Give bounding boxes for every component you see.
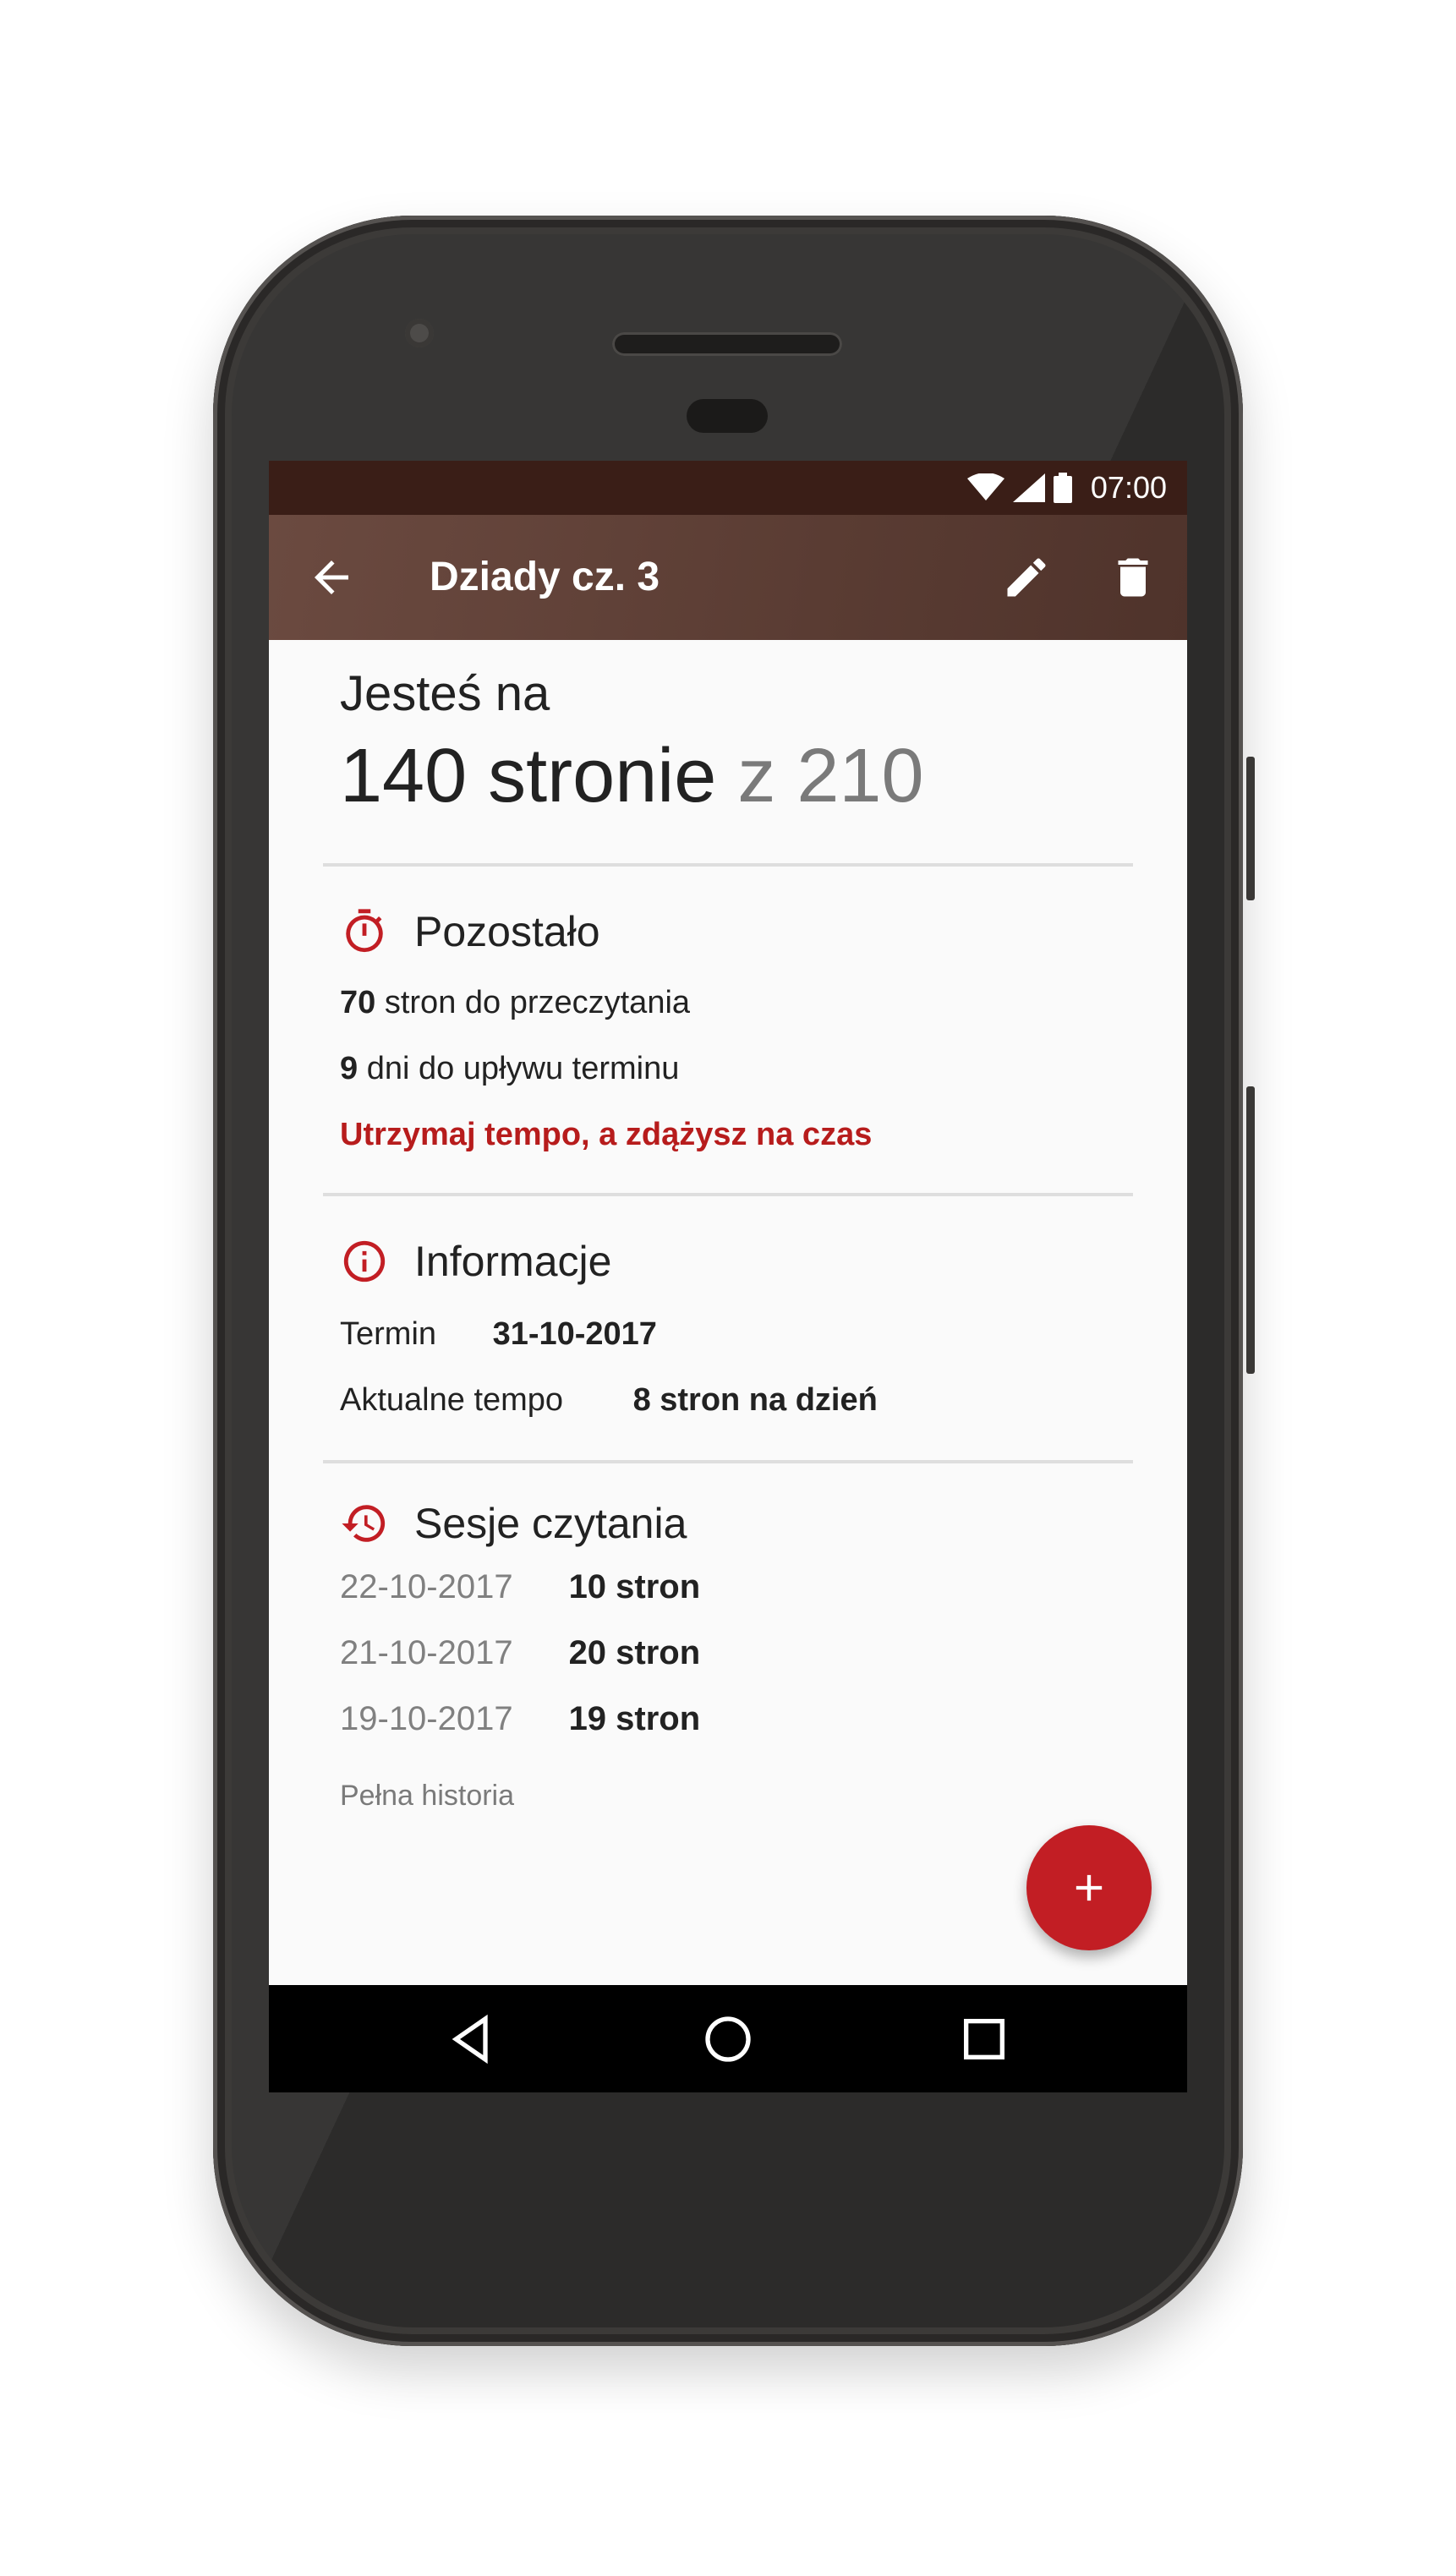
remaining-header: Pozostało [340, 907, 600, 956]
remaining-days-row: 9 dni do upływu terminu [340, 1051, 679, 1087]
plus-icon [1076, 1874, 1103, 1901]
battery-icon [1053, 473, 1072, 503]
volume-button [1246, 1086, 1255, 1374]
app-screen: 07:00 Dziady cz. 3 Jesteś na 140 stronie… [269, 461, 1187, 2092]
earpiece-speaker [612, 332, 842, 356]
info-title: Informacje [414, 1238, 612, 1285]
remaining-pages-text: stron do przeczytania [384, 985, 691, 1020]
sessions-header: Sesje czytania [340, 1499, 687, 1548]
info-icon [343, 1240, 386, 1283]
system-nav-bar [269, 1985, 1187, 2092]
remaining-days-value: 9 [340, 1051, 359, 1086]
progress-prefix: Jesteś na [340, 666, 550, 721]
session-row: 21-10-2017 20 stron [340, 1634, 700, 1672]
pace-value: 8 stron na dzień [632, 1382, 878, 1418]
sessions-title: Sesje czytania [414, 1500, 687, 1547]
add-session-button[interactable] [1026, 1825, 1152, 1950]
history-icon [342, 1505, 386, 1542]
total-pages-label: z 210 [737, 734, 924, 818]
pace-row: Aktualne tempo 8 stron na dzień [340, 1382, 878, 1419]
remaining-pages-row: 70 stron do przeczytania [340, 985, 690, 1021]
session-date: 22-10-2017 [340, 1568, 513, 1605]
book-title: Dziady cz. 3 [430, 555, 660, 599]
back-triangle-icon[interactable] [445, 2012, 499, 2066]
session-row: 22-10-2017 10 stron [340, 1568, 700, 1606]
divider [323, 863, 1133, 867]
timer-icon [346, 909, 383, 953]
status-bar: 07:00 [269, 461, 1187, 515]
session-pages: 10 stron [568, 1568, 701, 1605]
divider [323, 1193, 1133, 1196]
proximity-sensor [687, 399, 768, 433]
arrow-back-icon[interactable] [306, 552, 357, 603]
status-time: 07:00 [1090, 470, 1167, 505]
current-page-label: 140 stronie [340, 734, 717, 818]
app-bar: Dziady cz. 3 [269, 515, 1187, 640]
full-history-link[interactable]: Pełna historia [340, 1780, 514, 1813]
signal-icon [1012, 473, 1045, 502]
deadline-value: 31-10-2017 [492, 1316, 657, 1352]
deadline-row: Termin 31-10-2017 [340, 1316, 657, 1353]
remaining-title: Pozostało [414, 908, 600, 955]
home-circle-icon[interactable] [701, 2012, 755, 2066]
status-icons: 07:00 [966, 470, 1167, 506]
front-camera [405, 319, 434, 347]
info-header: Informacje [340, 1237, 611, 1286]
session-pages: 19 stron [568, 1700, 701, 1737]
recents-square-icon[interactable] [957, 2012, 1011, 2066]
trash-icon[interactable] [1108, 552, 1158, 603]
pencil-icon[interactable] [1001, 552, 1052, 603]
wifi-icon [966, 473, 1004, 500]
progress-line: 140 stronie z 210 [340, 733, 924, 820]
session-date: 21-10-2017 [340, 1634, 513, 1671]
session-pages: 20 stron [568, 1634, 701, 1671]
divider [323, 1460, 1133, 1463]
remaining-days-text: dni do upływu terminu [366, 1051, 680, 1086]
remaining-pages-value: 70 [340, 985, 376, 1020]
session-date: 19-10-2017 [340, 1700, 513, 1737]
pace-message: Utrzymaj tempo, a zdążysz na czas [340, 1117, 873, 1152]
power-button [1246, 757, 1255, 900]
session-row: 19-10-2017 19 stron [340, 1700, 700, 1738]
pace-label: Aktualne tempo [340, 1382, 564, 1418]
deadline-label: Termin [340, 1316, 437, 1352]
